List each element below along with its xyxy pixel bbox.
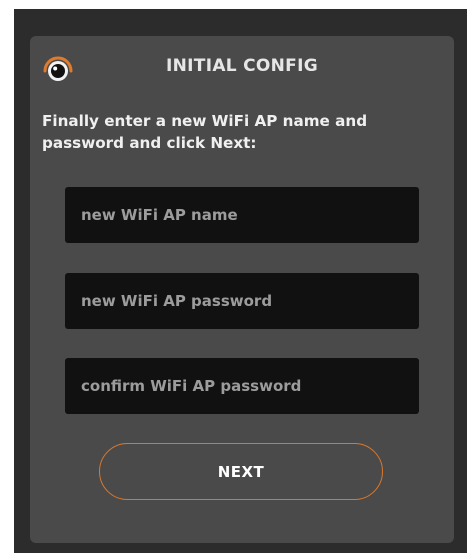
config-card: INITIAL CONFIG Finally enter a new WiFi … (30, 36, 454, 543)
ap-name-input[interactable] (65, 187, 419, 243)
ap-password-confirm-input[interactable] (65, 358, 419, 414)
page-title: INITIAL CONFIG (166, 56, 318, 76)
card-header: INITIAL CONFIG (30, 36, 454, 98)
instructions-text: Finally enter a new WiFi AP name and pas… (42, 112, 368, 152)
next-button[interactable]: NEXT (99, 443, 383, 500)
ap-password-input[interactable] (65, 273, 419, 329)
